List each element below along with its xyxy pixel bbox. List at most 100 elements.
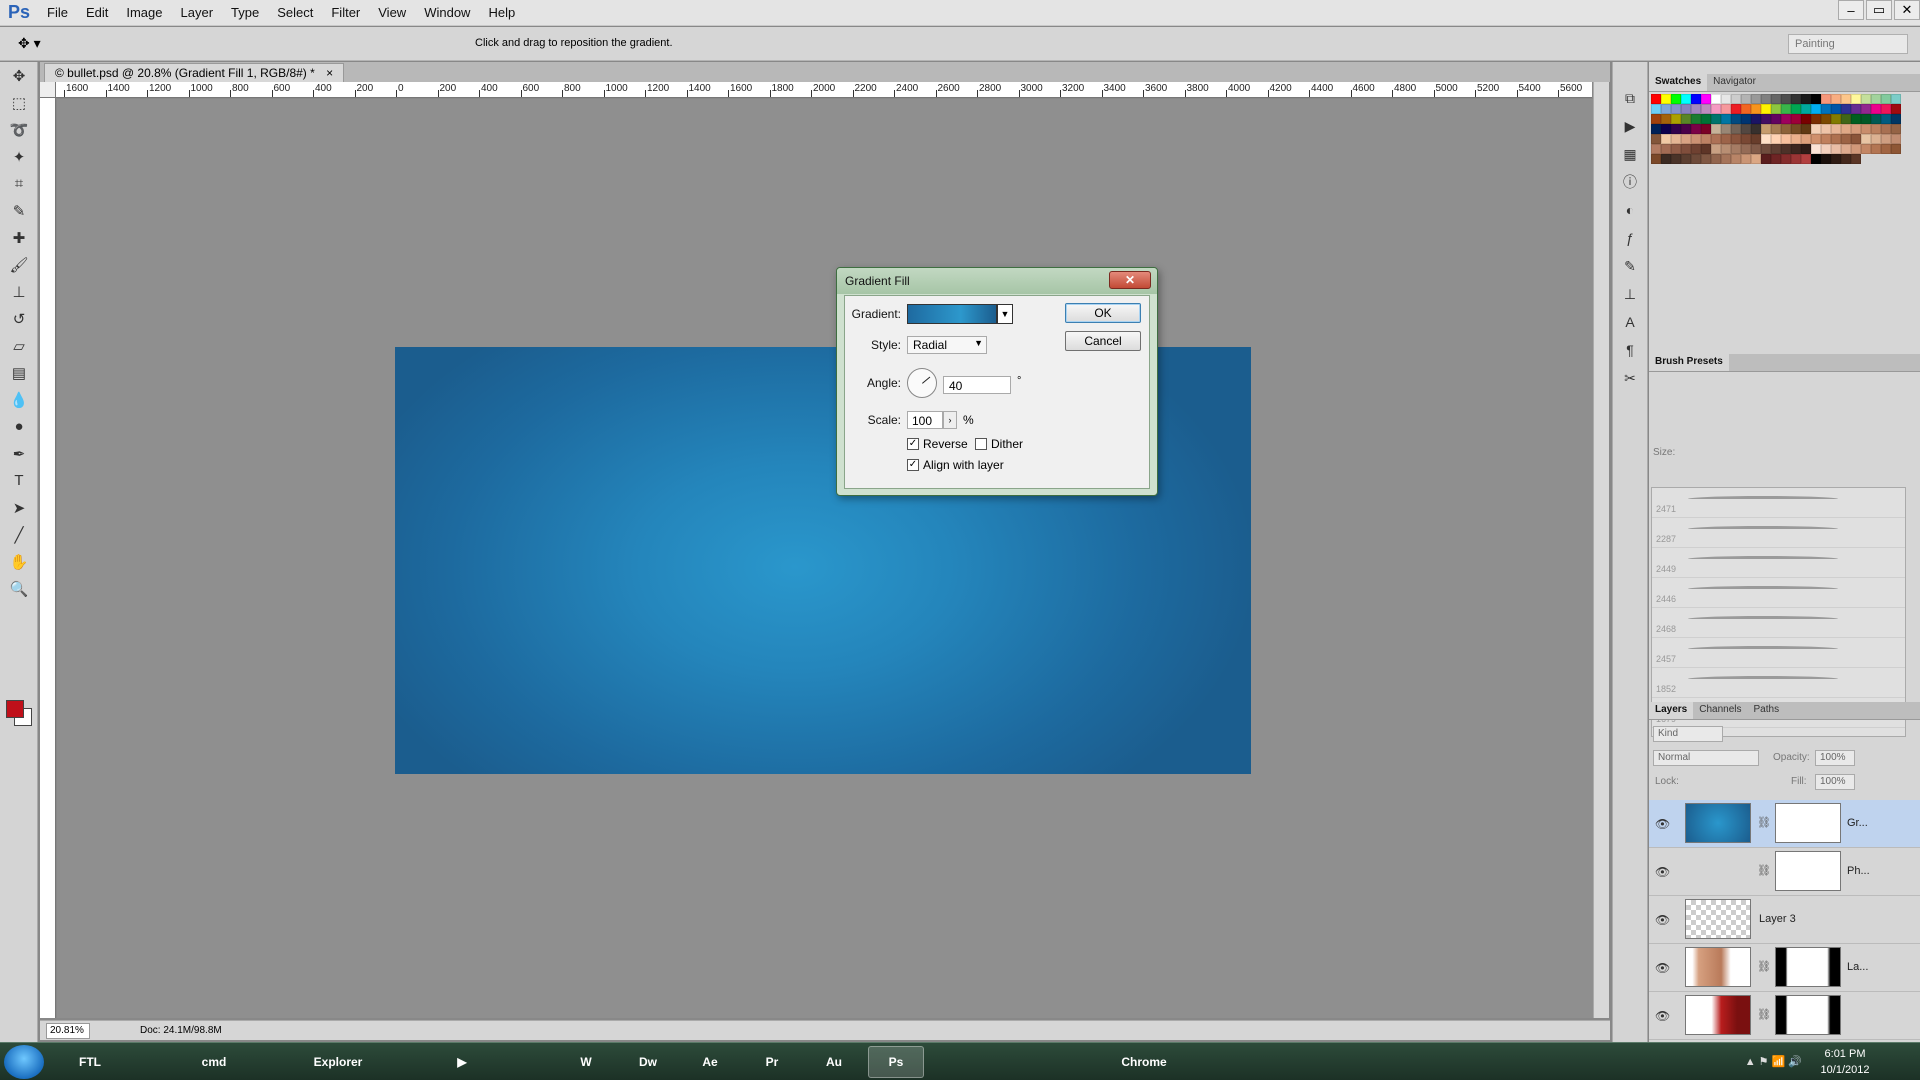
lasso-tool-icon[interactable]: ➰ xyxy=(0,116,38,143)
tool-presets-panel-icon[interactable]: ✂ xyxy=(1613,364,1647,392)
eye-visibility-icon[interactable]: 👁 xyxy=(1655,817,1670,831)
taskbar-app-button[interactable] xyxy=(124,1046,180,1078)
color-swatch[interactable] xyxy=(1861,124,1871,134)
taskbar-app-button[interactable]: Dw xyxy=(620,1046,676,1078)
line-tool-icon[interactable]: ╱ xyxy=(0,521,38,548)
color-swatch[interactable] xyxy=(1701,104,1711,114)
color-swatch[interactable] xyxy=(1861,94,1871,104)
color-swatch[interactable] xyxy=(1891,134,1901,144)
taskbar-app-button[interactable] xyxy=(930,1046,986,1078)
color-swatch[interactable] xyxy=(1881,114,1891,124)
layer-row[interactable]: 👁 Layer 3 xyxy=(1649,896,1920,944)
color-swatch[interactable] xyxy=(1791,144,1801,154)
color-swatch[interactable] xyxy=(1841,144,1851,154)
styles-panel-icon[interactable]: ƒ xyxy=(1613,224,1647,252)
menu-filter[interactable]: Filter xyxy=(322,0,369,26)
color-swatch[interactable] xyxy=(1671,94,1681,104)
color-swatch[interactable] xyxy=(1661,94,1671,104)
color-swatch[interactable] xyxy=(1731,124,1741,134)
layer-mask-thumbnail[interactable] xyxy=(1775,947,1841,987)
tab-swatches[interactable]: Swatches xyxy=(1649,74,1708,91)
color-swatch[interactable] xyxy=(1671,144,1681,154)
color-swatch[interactable] xyxy=(1711,114,1721,124)
color-swatch[interactable] xyxy=(1731,134,1741,144)
color-swatch[interactable] xyxy=(1841,154,1851,164)
brush-preset-row[interactable]: 2471 xyxy=(1652,488,1905,518)
color-swatch[interactable] xyxy=(1681,124,1691,134)
layer-name[interactable]: Gr... xyxy=(1847,817,1868,829)
color-swatch[interactable] xyxy=(1891,144,1901,154)
color-swatch[interactable] xyxy=(1761,104,1771,114)
color-swatch[interactable] xyxy=(1831,154,1841,164)
color-swatch[interactable] xyxy=(1751,144,1761,154)
clock[interactable]: 6:01 PM 10/1/2012 xyxy=(1810,1046,1880,1078)
color-swatch[interactable] xyxy=(1741,154,1751,164)
color-swatch[interactable] xyxy=(1661,104,1671,114)
layer-thumbnail[interactable] xyxy=(1685,995,1751,1035)
healing-brush-tool-icon[interactable]: ✚ xyxy=(0,224,38,251)
color-swatch[interactable] xyxy=(1721,144,1731,154)
color-swatch[interactable] xyxy=(1891,114,1901,124)
layer-name[interactable]: La... xyxy=(1847,961,1868,973)
history-panel-icon[interactable]: ⧉ xyxy=(1613,84,1647,112)
brush-panel-icon[interactable]: ✎ xyxy=(1613,252,1647,280)
color-swatch[interactable] xyxy=(1771,144,1781,154)
color-swatch[interactable] xyxy=(1651,114,1661,124)
brush-preset-row[interactable]: 2449 xyxy=(1652,548,1905,578)
color-swatch[interactable] xyxy=(1891,104,1901,114)
color-swatch[interactable] xyxy=(1671,114,1681,124)
color-swatch[interactable] xyxy=(1741,144,1751,154)
color-swatch[interactable] xyxy=(1781,104,1791,114)
color-swatch[interactable] xyxy=(1701,124,1711,134)
system-tray[interactable]: ▲ ⚑ 📶 🔊 xyxy=(1745,1055,1802,1068)
color-swatch[interactable] xyxy=(1661,144,1671,154)
layer-mask-thumbnail[interactable] xyxy=(1775,803,1841,843)
menu-type[interactable]: Type xyxy=(222,0,268,26)
color-swatch[interactable] xyxy=(1821,114,1831,124)
color-swatch[interactable] xyxy=(1761,144,1771,154)
color-swatch[interactable] xyxy=(1881,144,1891,154)
color-swatch[interactable] xyxy=(1881,134,1891,144)
layer-row[interactable]: 👁 ⛓ La... xyxy=(1649,944,1920,992)
taskbar-app-button[interactable]: Ae xyxy=(682,1046,738,1078)
menu-view[interactable]: View xyxy=(369,0,415,26)
dialog-close-button[interactable]: ✕ xyxy=(1109,271,1151,289)
color-swatch[interactable] xyxy=(1751,124,1761,134)
workspace-select[interactable]: Painting xyxy=(1788,34,1908,54)
color-swatch[interactable] xyxy=(1871,104,1881,114)
tab-paths[interactable]: Paths xyxy=(1748,702,1786,719)
color-swatch[interactable] xyxy=(1721,94,1731,104)
layer-kind-filter[interactable]: Kind xyxy=(1653,726,1723,742)
color-swatch[interactable] xyxy=(1881,104,1891,114)
dialog-titlebar[interactable]: Gradient Fill ✕ xyxy=(837,268,1157,294)
tab-brush-presets[interactable]: Brush Presets xyxy=(1649,354,1729,371)
color-swatch[interactable] xyxy=(1661,124,1671,134)
color-swatch[interactable] xyxy=(1781,114,1791,124)
color-swatch[interactable] xyxy=(1711,104,1721,114)
color-swatch[interactable] xyxy=(1691,114,1701,124)
color-swatch[interactable] xyxy=(1691,104,1701,114)
color-swatch[interactable] xyxy=(1741,104,1751,114)
color-swatch[interactable] xyxy=(1761,94,1771,104)
gradient-preview-swatch[interactable] xyxy=(907,304,997,324)
taskbar-app-button[interactable]: cmd xyxy=(186,1046,242,1078)
color-swatch[interactable] xyxy=(1671,134,1681,144)
color-swatch[interactable] xyxy=(1691,94,1701,104)
mask-link-icon[interactable]: ⛓ xyxy=(1757,864,1771,877)
color-swatch[interactable] xyxy=(1721,114,1731,124)
color-swatch[interactable] xyxy=(1671,154,1681,164)
tab-layers[interactable]: Layers xyxy=(1649,702,1694,719)
brush-preset-row[interactable]: 2446 xyxy=(1652,578,1905,608)
mask-link-icon[interactable]: ⛓ xyxy=(1757,1008,1771,1021)
actions-panel-icon[interactable]: ▶ xyxy=(1613,112,1647,140)
color-swatch[interactable] xyxy=(1811,154,1821,164)
color-swatch[interactable] xyxy=(1841,94,1851,104)
dither-checkbox[interactable] xyxy=(975,438,987,450)
color-swatch[interactable] xyxy=(1651,134,1661,144)
color-swatch[interactable] xyxy=(1701,94,1711,104)
color-swatch[interactable] xyxy=(1771,154,1781,164)
color-swatch[interactable] xyxy=(1781,124,1791,134)
color-swatch[interactable] xyxy=(1811,94,1821,104)
color-swatch[interactable] xyxy=(1851,134,1861,144)
color-swatch[interactable] xyxy=(1821,154,1831,164)
